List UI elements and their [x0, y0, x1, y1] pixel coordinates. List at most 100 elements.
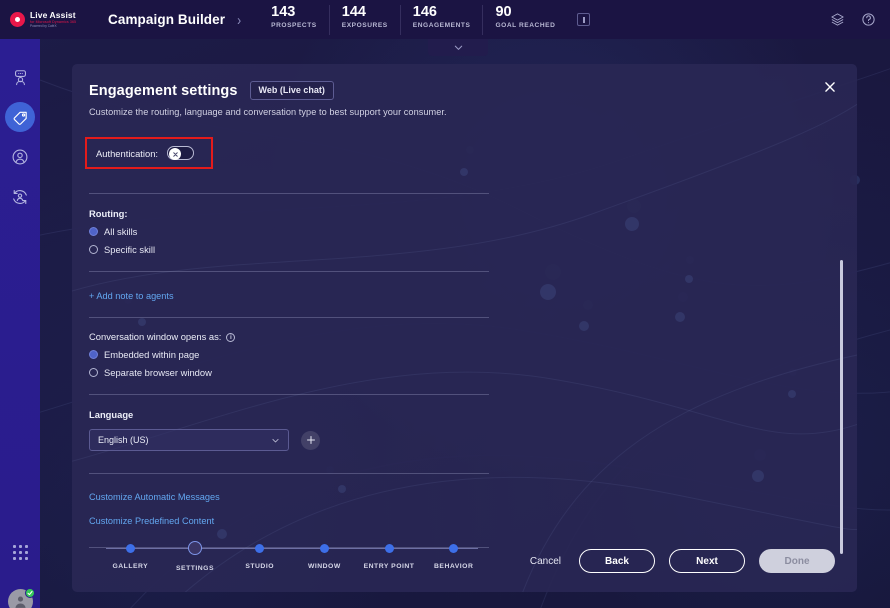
check-icon — [27, 591, 33, 596]
step-dot — [319, 544, 329, 553]
stat-prospects[interactable]: 143 PROSPECTS — [259, 3, 330, 35]
stat-value: 146 — [412, 3, 437, 20]
person-circle-icon — [12, 149, 28, 165]
stat-label: GOAL REACHED — [495, 21, 556, 29]
info-icon[interactable]: i — [226, 333, 236, 342]
modal-header: Engagement settings Web (Live chat) — [89, 81, 857, 100]
engagement-settings-modal: Engagement settings Web (Live chat) Cust… — [72, 64, 857, 592]
routing-section: Routing: All skills Specific skill — [89, 208, 489, 255]
language-label: Language — [89, 409, 134, 420]
language-selected-value: English (US) — [98, 435, 149, 445]
radio-label: Separate browser window — [104, 367, 212, 378]
sidebar-item-sync[interactable] — [0, 177, 40, 217]
radio-separate-browser-window[interactable]: Separate browser window — [89, 367, 489, 378]
customize-automatic-messages-link[interactable]: Customize Automatic Messages — [89, 492, 220, 502]
step-studio[interactable]: STUDIO — [227, 540, 292, 582]
radio-indicator — [89, 227, 98, 236]
add-note-row: + Add note to agents — [89, 286, 489, 304]
modal-subtitle: Customize the routing, language and conv… — [89, 107, 447, 117]
stat-exposures[interactable]: 144 EXPOSURES — [330, 3, 401, 35]
back-button[interactable]: Back — [579, 549, 655, 573]
add-note-to-agents-link[interactable]: + Add note to agents — [89, 291, 174, 301]
stat-label: PROSPECTS — [271, 21, 317, 29]
stat-label: EXPOSURES — [341, 21, 388, 29]
sidebar-item-profiles[interactable] — [0, 137, 40, 177]
step-dot — [255, 544, 265, 553]
step-dot — [449, 544, 459, 553]
sidebar-item-conversations[interactable] — [0, 57, 40, 97]
radio-specific-skill[interactable]: Specific skill — [89, 244, 489, 255]
sidebar-item-campaigns[interactable] — [0, 97, 40, 137]
step-dot — [125, 544, 135, 553]
chevron-down-icon — [272, 438, 279, 442]
page-title: Engagement settings — [89, 82, 238, 99]
radio-all-skills[interactable]: All skills — [89, 226, 489, 237]
conversation-window-label-text: Conversation window opens as: — [89, 331, 222, 342]
step-gallery[interactable]: GALLERY — [98, 540, 163, 582]
divider — [89, 473, 489, 474]
divider — [89, 271, 489, 272]
panel-expander[interactable] — [428, 39, 488, 56]
logo-title: Live Assist — [30, 9, 76, 20]
wizard-stepper: GALLERY SETTINGS STUDIO WINDOW ENTRY POI… — [98, 540, 486, 582]
radio-indicator — [89, 350, 98, 359]
footer-actions: Cancel Back Next Done — [526, 549, 857, 573]
step-dot — [384, 544, 394, 553]
modal-body: Engagement settings Web (Live chat) Cust… — [72, 64, 857, 592]
breadcrumb[interactable]: Campaign Builder — [108, 12, 225, 27]
authentication-row-highlight: Authentication: — [85, 137, 213, 169]
done-button: Done — [759, 549, 835, 573]
left-sidebar — [0, 39, 40, 608]
divider — [89, 394, 489, 395]
next-button[interactable]: Next — [669, 549, 745, 573]
stat-value: 90 — [495, 3, 512, 20]
customize-links: Customize Automatic Messages Customize P… — [89, 487, 489, 529]
avatar[interactable] — [8, 588, 35, 608]
modal-scrollbar[interactable] — [840, 260, 843, 554]
logo-subtitle-2: Powered by CaféX — [30, 24, 57, 29]
stats-bar: 143 PROSPECTS 144 EXPOSURES 146 ENGAGEME… — [259, 4, 567, 36]
step-label: STUDIO — [245, 563, 275, 570]
step-label: WINDOW — [307, 563, 341, 570]
help-circle-icon[interactable] — [861, 12, 876, 27]
plus-icon — [306, 436, 315, 444]
stat-goal-reached[interactable]: 90 GOAL REACHED — [483, 3, 567, 35]
modal-footer: GALLERY SETTINGS STUDIO WINDOW ENTRY POI… — [72, 530, 857, 592]
step-dot — [188, 541, 202, 555]
step-label: BEHAVIOR — [434, 563, 474, 570]
channel-badge: Web (Live chat) — [249, 81, 334, 100]
step-settings[interactable]: SETTINGS — [163, 540, 228, 582]
settings-form: Authentication: Routing: All skills Spec… — [85, 137, 489, 548]
step-window[interactable]: WINDOW — [292, 540, 357, 582]
conversation-window-section: Conversation window opens as: i Embedded … — [89, 331, 489, 378]
stat-engagements[interactable]: 146 ENGAGEMENTS — [401, 3, 484, 35]
stat-value: 144 — [341, 3, 366, 20]
chevron-down-icon — [454, 45, 462, 50]
stat-label: ENGAGEMENTS — [412, 21, 471, 29]
language-select[interactable]: English (US) — [89, 429, 289, 451]
radio-embedded-within-page[interactable]: Embedded within page — [89, 349, 489, 360]
step-behavior[interactable]: BEHAVIOR — [421, 540, 486, 582]
add-language-button[interactable] — [301, 430, 320, 450]
stat-value: 143 — [271, 3, 296, 20]
app-logo[interactable]: Live Assist for Microsoft Dynamics 365 P… — [0, 0, 94, 39]
divider — [89, 193, 489, 194]
authentication-toggle[interactable] — [167, 146, 195, 160]
tag-icon — [13, 111, 27, 125]
conversation-window-label: Conversation window opens as: i — [89, 331, 489, 342]
chat-agent-icon — [14, 69, 26, 85]
close-button[interactable] — [820, 77, 840, 97]
app-grid-icon[interactable] — [0, 545, 40, 560]
toggle-knob — [169, 148, 182, 160]
live-assist-logo-icon — [10, 12, 25, 27]
customize-predefined-content-link[interactable]: Customize Predefined Content — [89, 516, 214, 526]
layers-icon[interactable] — [830, 12, 845, 27]
sync-person-icon — [13, 189, 27, 205]
status-badge-online — [25, 588, 35, 598]
cancel-button[interactable]: Cancel — [526, 550, 565, 573]
content-area: Engagement settings Web (Live chat) Cust… — [40, 39, 890, 608]
step-entry-point[interactable]: ENTRY POINT — [357, 540, 422, 582]
radio-indicator — [89, 368, 98, 377]
info-square-icon[interactable] — [577, 13, 591, 26]
x-icon — [172, 151, 178, 157]
